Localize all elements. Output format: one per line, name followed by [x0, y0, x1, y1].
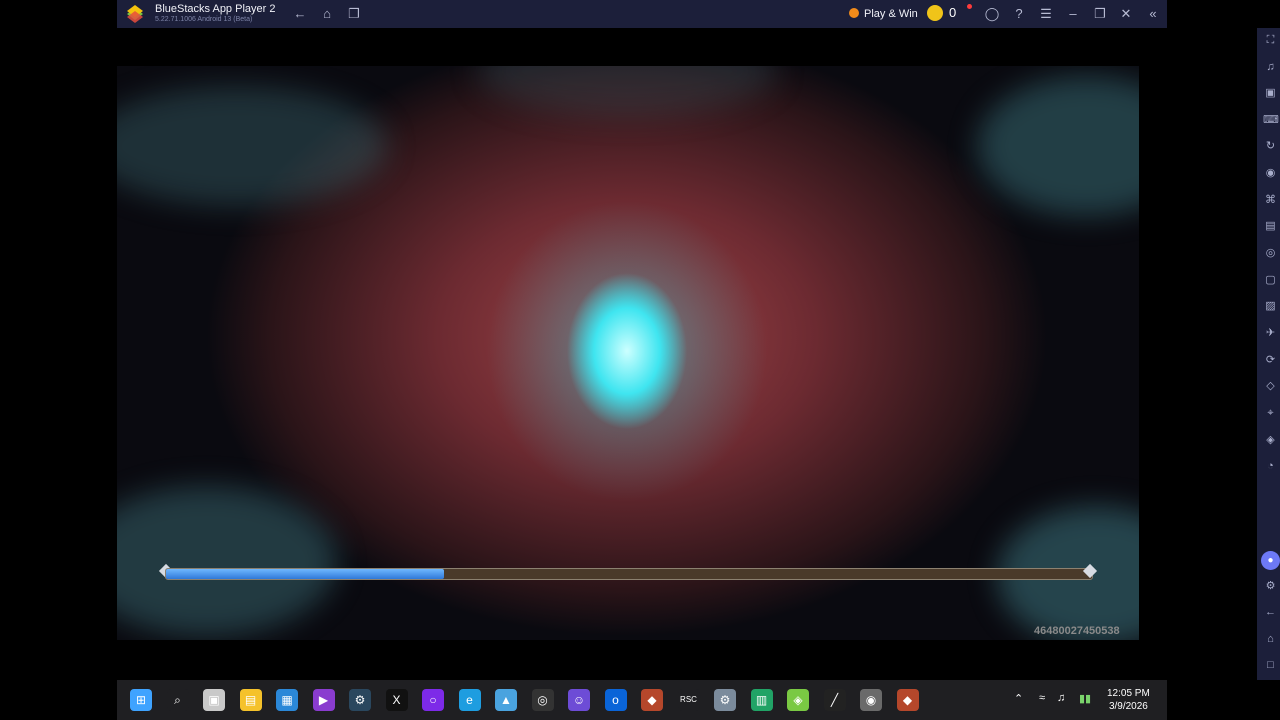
- steam-icon[interactable]: ⚙: [349, 689, 371, 711]
- game2-icon[interactable]: ◆: [896, 689, 919, 711]
- device-id-text: 46480027450538: [1034, 625, 1120, 637]
- clipchamp-icon[interactable]: ▶: [312, 689, 335, 711]
- play-win-label: Play & Win: [864, 8, 918, 20]
- energy-wisp: [117, 86, 387, 206]
- multi-instance-icon[interactable]: ❐: [346, 6, 362, 22]
- gamepad-icon[interactable]: ⌘: [1263, 193, 1278, 208]
- macro-icon[interactable]: ↻: [1263, 139, 1278, 154]
- back-arrow-icon[interactable]: ←: [292, 6, 308, 22]
- location-icon[interactable]: ⌖: [1263, 406, 1278, 421]
- energy-wisp: [477, 66, 777, 116]
- screen-record-icon[interactable]: ▢: [1263, 273, 1278, 288]
- airplane-icon[interactable]: ✈: [1263, 326, 1278, 341]
- right-sidebar: ⛶ ♫ ▣ ⌨ ↻ ◉ ⌘ ▤ ◎ ▢ ▨ ✈ ⟳ ◇ ⌖ ◈ ◔ ● ⚙ ← ⌂ □: [1257, 28, 1280, 680]
- windows-taskbar: ⌃ ≈ ♫ ▮▮ 12:05 PM 3/9/2026 ⊞ ⌕ ▣ ▤ ▦ ▶ ⚙ X ○ e ▲ ◎ ☺…: [117, 680, 1167, 720]
- volume-icon[interactable]: ♫: [1263, 60, 1278, 75]
- discord-icon[interactable]: ●: [1261, 551, 1280, 570]
- bluestacks-logo: [127, 5, 143, 23]
- minimize-icon[interactable]: –: [1065, 6, 1081, 22]
- keyboard-controls-icon[interactable]: ⌨: [1263, 113, 1279, 128]
- bluestacks-window: BlueStacks App Player 2 5.22.71.1006 And…: [117, 0, 1280, 680]
- play-win-button[interactable]: Play & Win: [849, 6, 918, 22]
- recent-apps-icon[interactable]: □: [1263, 658, 1278, 673]
- cortana-icon[interactable]: ○: [422, 689, 444, 711]
- home-icon[interactable]: ⌂: [319, 6, 335, 22]
- game-loading-screen[interactable]: [117, 66, 1139, 640]
- energy-wisp: [977, 76, 1139, 216]
- energy-wisp: [117, 486, 337, 636]
- record-icon[interactable]: ◉: [1263, 166, 1278, 181]
- game-icon[interactable]: ◆: [641, 689, 663, 711]
- edge-icon[interactable]: e: [458, 689, 481, 711]
- title-bar: BlueStacks App Player 2 5.22.71.1006 And…: [117, 0, 1167, 28]
- layers-icon[interactable]: ◈: [1263, 433, 1278, 448]
- notification-dot: [967, 4, 972, 9]
- task-view-icon[interactable]: ▣: [203, 689, 225, 711]
- clock-date: 3/9/2026: [1108, 701, 1148, 712]
- close-icon[interactable]: ✕: [1118, 6, 1134, 22]
- account-icon[interactable]: ◯: [984, 6, 1000, 22]
- spreadsheet-icon[interactable]: ▥: [750, 689, 773, 711]
- coin-count: 0: [949, 5, 957, 20]
- pen-icon[interactable]: ╱: [823, 689, 846, 711]
- capcut-icon[interactable]: X: [385, 689, 408, 711]
- volume-icon[interactable]: ♫: [1057, 692, 1065, 704]
- search-icon[interactable]: ⌕: [166, 689, 189, 711]
- help-icon[interactable]: ?: [1011, 6, 1027, 22]
- settings-icon[interactable]: ⚙: [1263, 579, 1278, 594]
- file-explorer-icon[interactable]: ▤: [239, 689, 262, 711]
- bluestacks-icon[interactable]: ◈: [787, 689, 809, 711]
- rsc-icon[interactable]: RSC: [677, 689, 700, 711]
- window-title: BlueStacks App Player 2: [155, 3, 276, 15]
- collapse-sidebar-icon[interactable]: «: [1145, 6, 1161, 22]
- windows-start-icon[interactable]: ⊞: [130, 689, 152, 711]
- screenshot-icon[interactable]: ◎: [1263, 246, 1278, 261]
- fullscreen-icon[interactable]: ⛶: [1263, 33, 1278, 48]
- loading-bar-fill: [166, 569, 444, 579]
- outlook-icon[interactable]: o: [604, 689, 627, 711]
- bluestacks2-icon[interactable]: ◉: [860, 689, 882, 711]
- eraser-icon[interactable]: ◇: [1263, 379, 1278, 394]
- clock-time: 12:05 PM: [1107, 688, 1150, 699]
- wifi-icon[interactable]: ≈: [1039, 692, 1045, 704]
- battery-icon[interactable]: ▮▮: [1079, 692, 1091, 705]
- apk-icon[interactable]: ▤: [1263, 219, 1278, 234]
- home-icon[interactable]: ⌂: [1263, 632, 1278, 647]
- rotate-icon[interactable]: ⟳: [1263, 353, 1278, 368]
- photos-icon[interactable]: ▲: [495, 689, 517, 711]
- media-import-icon[interactable]: ▣: [1263, 86, 1278, 101]
- menu-icon[interactable]: ☰: [1038, 6, 1054, 22]
- restore-icon[interactable]: ❐: [1092, 6, 1108, 22]
- chevron-up-icon[interactable]: ⌃: [1014, 692, 1023, 705]
- discord-icon[interactable]: ☺: [568, 689, 590, 711]
- settings-icon[interactable]: ⚙: [714, 689, 736, 711]
- media-folder-icon[interactable]: ▨: [1263, 299, 1278, 314]
- system-clock[interactable]: 12:05 PM 3/9/2026: [1107, 687, 1150, 713]
- play-win-icon: [849, 8, 859, 18]
- chatgpt-icon[interactable]: ◎: [531, 689, 554, 711]
- back-icon[interactable]: ←: [1263, 605, 1278, 620]
- version-text: 5.22.71.1006 Android 13 (Beta): [155, 16, 253, 23]
- coin-icon[interactable]: [927, 5, 943, 21]
- loading-bar: [165, 568, 1093, 580]
- store-icon[interactable]: ▦: [276, 689, 298, 711]
- eco-mode-icon[interactable]: ◔: [1263, 459, 1278, 474]
